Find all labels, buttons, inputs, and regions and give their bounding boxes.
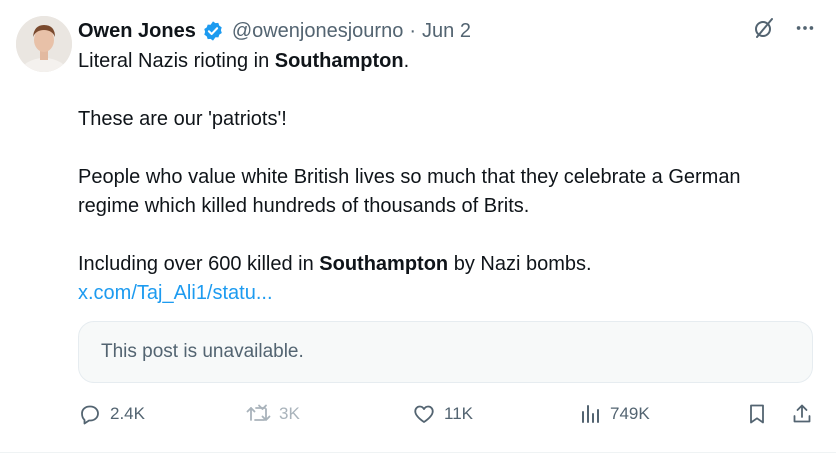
- reply-count: 2.4K: [110, 404, 145, 423]
- hashtag-bold: Southampton: [274, 50, 404, 72]
- tweet-line: These are our 'patriots'!: [78, 108, 287, 130]
- separator-dot: ·: [409, 19, 417, 42]
- grok-icon[interactable]: [752, 16, 776, 40]
- avatar[interactable]: [16, 16, 72, 72]
- reply-icon: [81, 405, 99, 425]
- top-actions: [752, 16, 816, 40]
- heart-icon: [414, 405, 434, 423]
- quote-text: This post is unavailable.: [101, 341, 304, 362]
- post-date[interactable]: Jun 2: [422, 20, 471, 43]
- views-icon: [582, 405, 599, 423]
- like-count: 11K: [444, 404, 473, 423]
- views-button[interactable]: 749K: [580, 402, 650, 426]
- more-icon[interactable]: [794, 17, 816, 39]
- tweet-text: Literal Nazis rioting in Southampton. Th…: [78, 47, 813, 308]
- bookmark-icon: [750, 404, 764, 424]
- tweet-header: Owen Jones @owenjonesjourno · Jun 2: [78, 18, 471, 44]
- reply-button[interactable]: 2.4K: [78, 402, 145, 426]
- hashtag-bold: Southampton: [319, 253, 449, 275]
- quoted-post-unavailable: This post is unavailable.: [78, 321, 813, 383]
- author-name[interactable]: Owen Jones: [78, 20, 196, 43]
- action-bar: 2.4K 3K 11K 749K: [78, 402, 818, 430]
- share-icon: [793, 404, 811, 423]
- repost-count: 3K: [279, 404, 300, 423]
- tweet-line: People who value white British lives so …: [78, 166, 741, 188]
- author-handle[interactable]: @owenjonesjourno: [232, 20, 404, 43]
- tweet-card[interactable]: Owen Jones @owenjonesjourno · Jun 2 Lite…: [0, 0, 836, 453]
- like-button[interactable]: 11K: [412, 402, 473, 426]
- tweet-line: Literal Nazis rioting in Southampton.: [78, 50, 410, 72]
- share-button[interactable]: [791, 402, 813, 426]
- repost-button[interactable]: 3K: [245, 402, 300, 426]
- tweet-line: regime which killed hundreds of thousand…: [78, 195, 530, 217]
- tweet-line: Including over 600 killed in Southampton…: [78, 253, 592, 275]
- bookmark-button[interactable]: [746, 402, 768, 426]
- verified-badge-icon: [202, 20, 224, 42]
- tweet-link[interactable]: x.com/Taj_Ali1/statu...: [78, 282, 273, 304]
- repost-icon: [246, 404, 271, 421]
- view-count: 749K: [610, 404, 650, 423]
